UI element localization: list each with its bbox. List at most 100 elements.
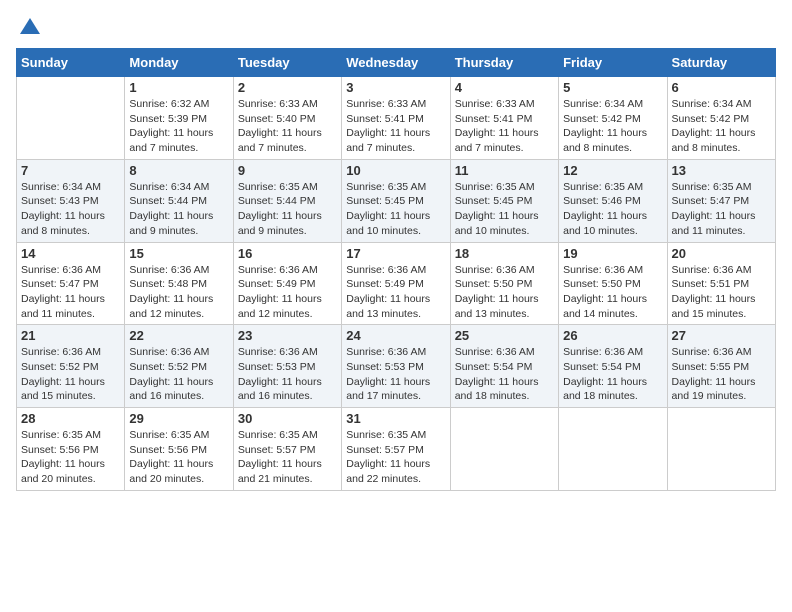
calendar-cell: 26 Sunrise: 6:36 AMSunset: 5:54 PMDayligh… bbox=[559, 325, 667, 408]
day-number: 25 bbox=[455, 328, 554, 343]
calendar-cell: 10 Sunrise: 6:35 AMSunset: 5:45 PMDayligh… bbox=[342, 159, 450, 242]
day-number: 27 bbox=[672, 328, 771, 343]
day-info: Sunrise: 6:33 AMSunset: 5:41 PMDaylight:… bbox=[346, 97, 445, 156]
calendar-week-row: 7Sunrise: 6:34 AMSunset: 5:43 PMDaylight… bbox=[17, 159, 776, 242]
calendar-cell bbox=[667, 408, 775, 491]
day-info: Sunrise: 6:36 AMSunset: 5:49 PMDaylight:… bbox=[238, 263, 337, 322]
day-info: Sunrise: 6:36 AMSunset: 5:50 PMDaylight:… bbox=[455, 263, 554, 322]
day-info: Sunrise: 6:35 AMSunset: 5:57 PMDaylight:… bbox=[346, 428, 445, 487]
calendar-cell: 7Sunrise: 6:34 AMSunset: 5:43 PMDaylight… bbox=[17, 159, 125, 242]
day-info: Sunrise: 6:36 AMSunset: 5:48 PMDaylight:… bbox=[129, 263, 228, 322]
day-info: Sunrise: 6:36 AMSunset: 5:51 PMDaylight:… bbox=[672, 263, 771, 322]
calendar-cell: 16 Sunrise: 6:36 AMSunset: 5:49 PMDayligh… bbox=[233, 242, 341, 325]
calendar-cell: 6Sunrise: 6:34 AMSunset: 5:42 PMDaylight… bbox=[667, 77, 775, 160]
day-number: 22 bbox=[129, 328, 228, 343]
day-info: Sunrise: 6:36 AMSunset: 5:55 PMDaylight:… bbox=[672, 345, 771, 404]
day-info: Sunrise: 6:36 AMSunset: 5:50 PMDaylight:… bbox=[563, 263, 662, 322]
day-info: Sunrise: 6:36 AMSunset: 5:49 PMDaylight:… bbox=[346, 263, 445, 322]
day-number: 13 bbox=[672, 163, 771, 178]
calendar-cell: 14 Sunrise: 6:36 AMSunset: 5:47 PMDayligh… bbox=[17, 242, 125, 325]
day-number: 21 bbox=[21, 328, 120, 343]
calendar-cell: 15 Sunrise: 6:36 AMSunset: 5:48 PMDayligh… bbox=[125, 242, 233, 325]
calendar-cell: 19 Sunrise: 6:36 AMSunset: 5:50 PMDayligh… bbox=[559, 242, 667, 325]
day-number: 8 bbox=[129, 163, 228, 178]
day-info: Sunrise: 6:35 AMSunset: 5:56 PMDaylight:… bbox=[129, 428, 228, 487]
day-number: 26 bbox=[563, 328, 662, 343]
day-number: 11 bbox=[455, 163, 554, 178]
day-info: Sunrise: 6:33 AMSunset: 5:40 PMDaylight:… bbox=[238, 97, 337, 156]
header-friday: Friday bbox=[559, 49, 667, 77]
day-number: 19 bbox=[563, 246, 662, 261]
day-number: 2 bbox=[238, 80, 337, 95]
day-info: Sunrise: 6:33 AMSunset: 5:41 PMDaylight:… bbox=[455, 97, 554, 156]
calendar-cell: 2 Sunrise: 6:33 AMSunset: 5:40 PMDaylight… bbox=[233, 77, 341, 160]
calendar-cell: 11 Sunrise: 6:35 AMSunset: 5:45 PMDayligh… bbox=[450, 159, 558, 242]
calendar-cell: 30 Sunrise: 6:35 AMSunset: 5:57 PMDayligh… bbox=[233, 408, 341, 491]
day-info: Sunrise: 6:35 AMSunset: 5:45 PMDaylight:… bbox=[455, 180, 554, 239]
calendar-week-row: 1Sunrise: 6:32 AMSunset: 5:39 PMDaylight… bbox=[17, 77, 776, 160]
day-number: 6 bbox=[672, 80, 771, 95]
calendar-cell: 4 Sunrise: 6:33 AMSunset: 5:41 PMDaylight… bbox=[450, 77, 558, 160]
calendar-cell bbox=[450, 408, 558, 491]
day-info: Sunrise: 6:35 AMSunset: 5:57 PMDaylight:… bbox=[238, 428, 337, 487]
calendar-cell: 18Sunrise: 6:36 AMSunset: 5:50 PMDayligh… bbox=[450, 242, 558, 325]
calendar-cell: 25 Sunrise: 6:36 AMSunset: 5:54 PMDayligh… bbox=[450, 325, 558, 408]
calendar-table: SundayMondayTuesdayWednesdayThursdayFrid… bbox=[16, 48, 776, 491]
day-info: Sunrise: 6:35 AMSunset: 5:47 PMDaylight:… bbox=[672, 180, 771, 239]
day-number: 31 bbox=[346, 411, 445, 426]
day-number: 4 bbox=[455, 80, 554, 95]
day-number: 28 bbox=[21, 411, 120, 426]
calendar-cell: 13 Sunrise: 6:35 AMSunset: 5:47 PMDayligh… bbox=[667, 159, 775, 242]
day-number: 24 bbox=[346, 328, 445, 343]
header-sunday: Sunday bbox=[17, 49, 125, 77]
calendar-cell: 21 Sunrise: 6:36 AMSunset: 5:52 PMDayligh… bbox=[17, 325, 125, 408]
day-number: 20 bbox=[672, 246, 771, 261]
day-info: Sunrise: 6:36 AMSunset: 5:53 PMDaylight:… bbox=[346, 345, 445, 404]
calendar-cell bbox=[17, 77, 125, 160]
calendar-cell: 5 Sunrise: 6:34 AMSunset: 5:42 PMDaylight… bbox=[559, 77, 667, 160]
day-info: Sunrise: 6:34 AMSunset: 5:44 PMDaylight:… bbox=[129, 180, 228, 239]
header-saturday: Saturday bbox=[667, 49, 775, 77]
header-tuesday: Tuesday bbox=[233, 49, 341, 77]
calendar-cell: 3Sunrise: 6:33 AMSunset: 5:41 PMDaylight… bbox=[342, 77, 450, 160]
calendar-cell: 12 Sunrise: 6:35 AMSunset: 5:46 PMDayligh… bbox=[559, 159, 667, 242]
day-number: 12 bbox=[563, 163, 662, 178]
day-number: 29 bbox=[129, 411, 228, 426]
day-number: 14 bbox=[21, 246, 120, 261]
calendar-cell: 1Sunrise: 6:32 AMSunset: 5:39 PMDaylight… bbox=[125, 77, 233, 160]
calendar-header-row: SundayMondayTuesdayWednesdayThursdayFrid… bbox=[17, 49, 776, 77]
day-number: 10 bbox=[346, 163, 445, 178]
calendar-cell: 29 Sunrise: 6:35 AMSunset: 5:56 PMDayligh… bbox=[125, 408, 233, 491]
day-info: Sunrise: 6:36 AMSunset: 5:52 PMDaylight:… bbox=[21, 345, 120, 404]
calendar-cell: 24 Sunrise: 6:36 AMSunset: 5:53 PMDayligh… bbox=[342, 325, 450, 408]
calendar-cell: 17Sunrise: 6:36 AMSunset: 5:49 PMDayligh… bbox=[342, 242, 450, 325]
day-number: 16 bbox=[238, 246, 337, 261]
day-info: Sunrise: 6:36 AMSunset: 5:54 PMDaylight:… bbox=[563, 345, 662, 404]
day-info: Sunrise: 6:36 AMSunset: 5:52 PMDaylight:… bbox=[129, 345, 228, 404]
day-info: Sunrise: 6:34 AMSunset: 5:42 PMDaylight:… bbox=[563, 97, 662, 156]
day-number: 5 bbox=[563, 80, 662, 95]
calendar-week-row: 14 Sunrise: 6:36 AMSunset: 5:47 PMDayligh… bbox=[17, 242, 776, 325]
header-monday: Monday bbox=[125, 49, 233, 77]
day-info: Sunrise: 6:36 AMSunset: 5:54 PMDaylight:… bbox=[455, 345, 554, 404]
page-header bbox=[16, 16, 776, 40]
day-number: 7 bbox=[21, 163, 120, 178]
day-number: 9 bbox=[238, 163, 337, 178]
calendar-cell: 27 Sunrise: 6:36 AMSunset: 5:55 PMDayligh… bbox=[667, 325, 775, 408]
day-info: Sunrise: 6:35 AMSunset: 5:45 PMDaylight:… bbox=[346, 180, 445, 239]
calendar-cell bbox=[559, 408, 667, 491]
calendar-week-row: 21 Sunrise: 6:36 AMSunset: 5:52 PMDayligh… bbox=[17, 325, 776, 408]
day-info: Sunrise: 6:36 AMSunset: 5:53 PMDaylight:… bbox=[238, 345, 337, 404]
day-info: Sunrise: 6:35 AMSunset: 5:44 PMDaylight:… bbox=[238, 180, 337, 239]
day-number: 15 bbox=[129, 246, 228, 261]
day-number: 30 bbox=[238, 411, 337, 426]
logo bbox=[16, 16, 42, 40]
calendar-cell: 9 Sunrise: 6:35 AMSunset: 5:44 PMDaylight… bbox=[233, 159, 341, 242]
day-info: Sunrise: 6:36 AMSunset: 5:47 PMDaylight:… bbox=[21, 263, 120, 322]
day-info: Sunrise: 6:35 AMSunset: 5:56 PMDaylight:… bbox=[21, 428, 120, 487]
calendar-cell: 20 Sunrise: 6:36 AMSunset: 5:51 PMDayligh… bbox=[667, 242, 775, 325]
day-info: Sunrise: 6:32 AMSunset: 5:39 PMDaylight:… bbox=[129, 97, 228, 156]
day-info: Sunrise: 6:35 AMSunset: 5:46 PMDaylight:… bbox=[563, 180, 662, 239]
calendar-cell: 23Sunrise: 6:36 AMSunset: 5:53 PMDayligh… bbox=[233, 325, 341, 408]
calendar-week-row: 28 Sunrise: 6:35 AMSunset: 5:56 PMDayligh… bbox=[17, 408, 776, 491]
